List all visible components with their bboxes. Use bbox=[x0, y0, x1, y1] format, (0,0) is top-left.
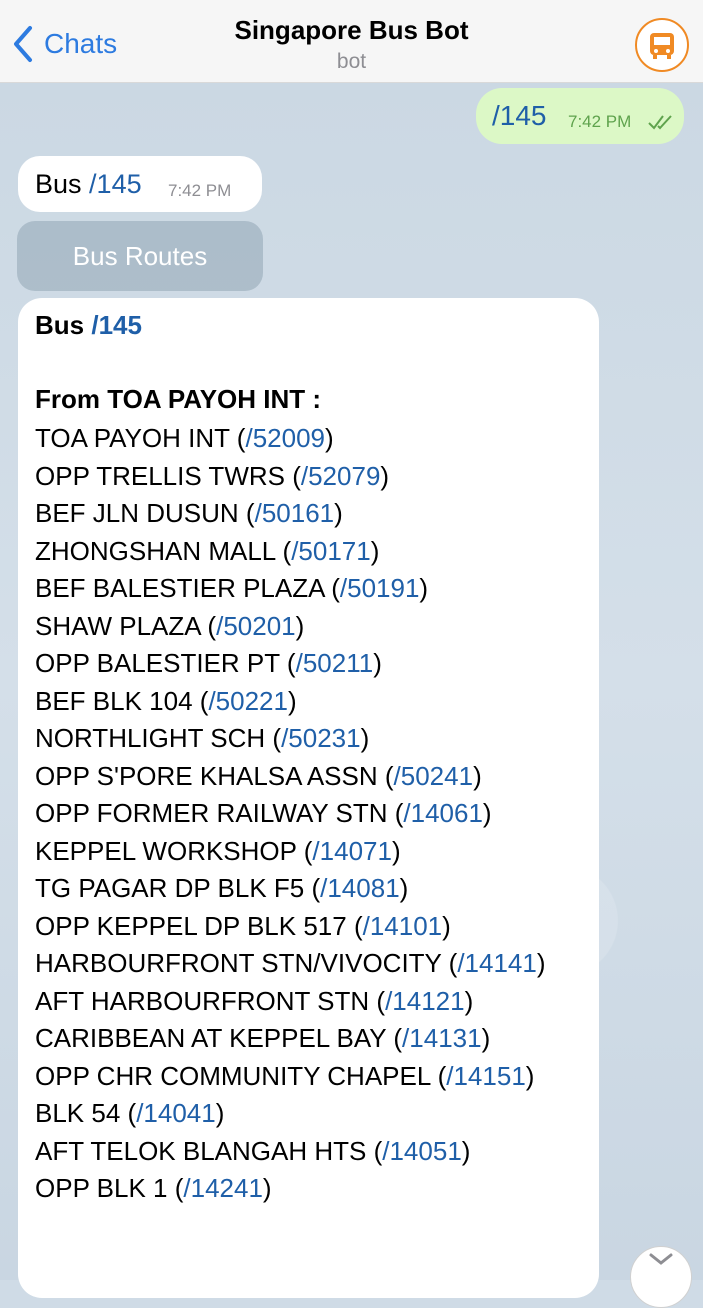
stop-code-link[interactable]: /50241 bbox=[394, 761, 474, 791]
stop-name: OPP S'PORE KHALSA ASSN bbox=[35, 760, 378, 791]
stop-name: KEPPEL WORKSHOP bbox=[35, 835, 297, 866]
stop-code-link[interactable]: /14101 bbox=[363, 911, 443, 941]
stop-name: SHAW PLAZA bbox=[35, 610, 201, 641]
stop-item: SHAW PLAZA (/50201) bbox=[35, 610, 305, 641]
stop-code-link[interactable]: /52079 bbox=[301, 461, 381, 491]
message-prefix: Bus bbox=[35, 169, 82, 199]
stop-item: OPP S'PORE KHALSA ASSN (/50241) bbox=[35, 760, 482, 791]
chevron-down-icon bbox=[649, 1253, 673, 1265]
stop-code-link[interactable]: /14141 bbox=[457, 948, 537, 978]
scroll-down-button[interactable] bbox=[630, 1246, 692, 1308]
stop-name: OPP BLK 1 bbox=[35, 1173, 168, 1203]
stop-code-link[interactable]: /14241 bbox=[183, 1173, 263, 1203]
stop-item: OPP BLK 1 (/14241) bbox=[35, 1173, 272, 1203]
bus-routes-button[interactable]: Bus Routes bbox=[17, 221, 263, 291]
chat-subtitle: bot bbox=[336, 50, 367, 73]
stop-code-link[interactable]: /14061 bbox=[403, 798, 483, 828]
stop-code-link[interactable]: /14081 bbox=[320, 873, 400, 903]
route-from-label: From TOA PAYOH INT : bbox=[35, 384, 322, 414]
stop-name: TOA PAYOH INT bbox=[35, 423, 230, 453]
stop-name: OPP CHR COMMUNITY CHAPEL bbox=[35, 1060, 431, 1091]
incoming-message[interactable]: Bus /145 7:42 PM bbox=[18, 156, 262, 212]
chat-title[interactable]: Singapore Bus Bot bbox=[0, 15, 703, 46]
bus-icon bbox=[650, 33, 674, 59]
stop-list: TOA PAYOH INT (/52009) OPP TRELLIS TWRS (… bbox=[35, 420, 546, 1208]
bus-command-link[interactable]: /145 bbox=[89, 169, 142, 199]
stop-name: AFT HARBOURFRONT STN bbox=[35, 985, 370, 1016]
stop-item: OPP KEPPEL DP BLK 517 (/14101) bbox=[35, 910, 451, 941]
stop-item: OPP TRELLIS TWRS (/52079) bbox=[35, 460, 390, 491]
stop-name: OPP FORMER RAILWAY STN bbox=[35, 798, 388, 828]
message-text: Bus /145 bbox=[35, 169, 142, 200]
stop-item: ZHONGSHAN MALL (/50171) bbox=[35, 535, 380, 566]
message-time: 7:42 PM bbox=[568, 112, 632, 131]
stop-item: TOA PAYOH INT (/52009) bbox=[35, 423, 334, 453]
stop-code-link[interactable]: /50201 bbox=[216, 611, 296, 641]
stop-name: BEF JLN DUSUN bbox=[35, 498, 239, 528]
stop-name: HARBOURFRONT STN/VIVOCITY bbox=[35, 948, 442, 978]
route-title-prefix: Bus bbox=[35, 310, 85, 340]
message-text[interactable]: /145 bbox=[492, 100, 547, 132]
stop-item: AFT TELOK BLANGAH HTS (/14051) bbox=[35, 1135, 471, 1166]
double-check-icon bbox=[648, 115, 672, 130]
stop-item: AFT HARBOURFRONT STN (/14121) bbox=[35, 985, 474, 1016]
message-time: 7:42 PM bbox=[168, 181, 232, 200]
route-command-link[interactable]: /145 bbox=[91, 310, 142, 340]
stop-item: BEF BLK 104 (/50221) bbox=[35, 685, 297, 716]
route-title: Bus /145 bbox=[35, 310, 142, 341]
stop-code-link[interactable]: /14131 bbox=[402, 1023, 482, 1053]
stop-item: OPP FORMER RAILWAY STN (/14061) bbox=[35, 798, 492, 828]
stop-code-link[interactable]: /50221 bbox=[208, 686, 288, 716]
stop-name: ZHONGSHAN MALL bbox=[35, 535, 276, 566]
stop-code-link[interactable]: /50161 bbox=[255, 498, 335, 528]
stop-item: BEF BALESTIER PLAZA (/50191) bbox=[35, 573, 429, 603]
stop-name: BEF BALESTIER PLAZA bbox=[35, 573, 324, 603]
stop-item: CARIBBEAN AT KEPPEL BAY (/14131) bbox=[35, 1023, 491, 1053]
stop-name: AFT TELOK BLANGAH HTS bbox=[35, 1135, 367, 1166]
stop-code-link[interactable]: /50171 bbox=[291, 536, 371, 566]
stop-item: BEF JLN DUSUN (/50161) bbox=[35, 498, 343, 528]
stop-code-link[interactable]: /14121 bbox=[385, 986, 465, 1016]
stop-name: BLK 54 bbox=[35, 1098, 121, 1128]
chat-header: Chats Singapore Bus Bot bot bbox=[0, 0, 703, 83]
stop-code-link[interactable]: /50231 bbox=[281, 723, 361, 753]
stop-item: HARBOURFRONT STN/VIVOCITY (/14141) bbox=[35, 948, 546, 978]
stop-item: TG PAGAR DP BLK F5 (/14081) bbox=[35, 873, 409, 903]
stop-item: KEPPEL WORKSHOP (/14071) bbox=[35, 835, 401, 866]
stop-name: CARIBBEAN AT KEPPEL BAY bbox=[35, 1023, 387, 1053]
stop-code-link[interactable]: /14041 bbox=[136, 1098, 216, 1128]
stop-code-link[interactable]: /14151 bbox=[446, 1061, 526, 1091]
stop-item: OPP BALESTIER PT (/50211) bbox=[35, 648, 382, 678]
outgoing-message[interactable]: /145 7:42 PM bbox=[476, 88, 684, 144]
stop-name: OPP TRELLIS TWRS bbox=[35, 460, 285, 491]
bot-avatar[interactable] bbox=[635, 18, 689, 72]
stop-code-link[interactable]: /14051 bbox=[382, 1136, 462, 1166]
route-message[interactable]: Bus /145 From TOA PAYOH INT : TOA PAYOH … bbox=[18, 298, 599, 1298]
stop-code-link[interactable]: /50191 bbox=[340, 573, 420, 603]
stop-item: NORTHLIGHT SCH (/50231) bbox=[35, 723, 370, 753]
stop-name: BEF BLK 104 bbox=[35, 685, 193, 716]
stop-item: BLK 54 (/14041) bbox=[35, 1098, 225, 1128]
stop-code-link[interactable]: /14071 bbox=[312, 836, 392, 866]
stop-name: OPP BALESTIER PT bbox=[35, 648, 280, 678]
stop-code-link[interactable]: /52009 bbox=[245, 423, 325, 453]
stop-name: NORTHLIGHT SCH bbox=[35, 723, 266, 753]
stop-item: OPP CHR COMMUNITY CHAPEL (/14151) bbox=[35, 1060, 535, 1091]
stop-name: OPP KEPPEL DP BLK 517 bbox=[35, 910, 347, 941]
stop-code-link[interactable]: /50211 bbox=[296, 648, 374, 678]
stop-name: TG PAGAR DP BLK F5 bbox=[35, 873, 305, 903]
